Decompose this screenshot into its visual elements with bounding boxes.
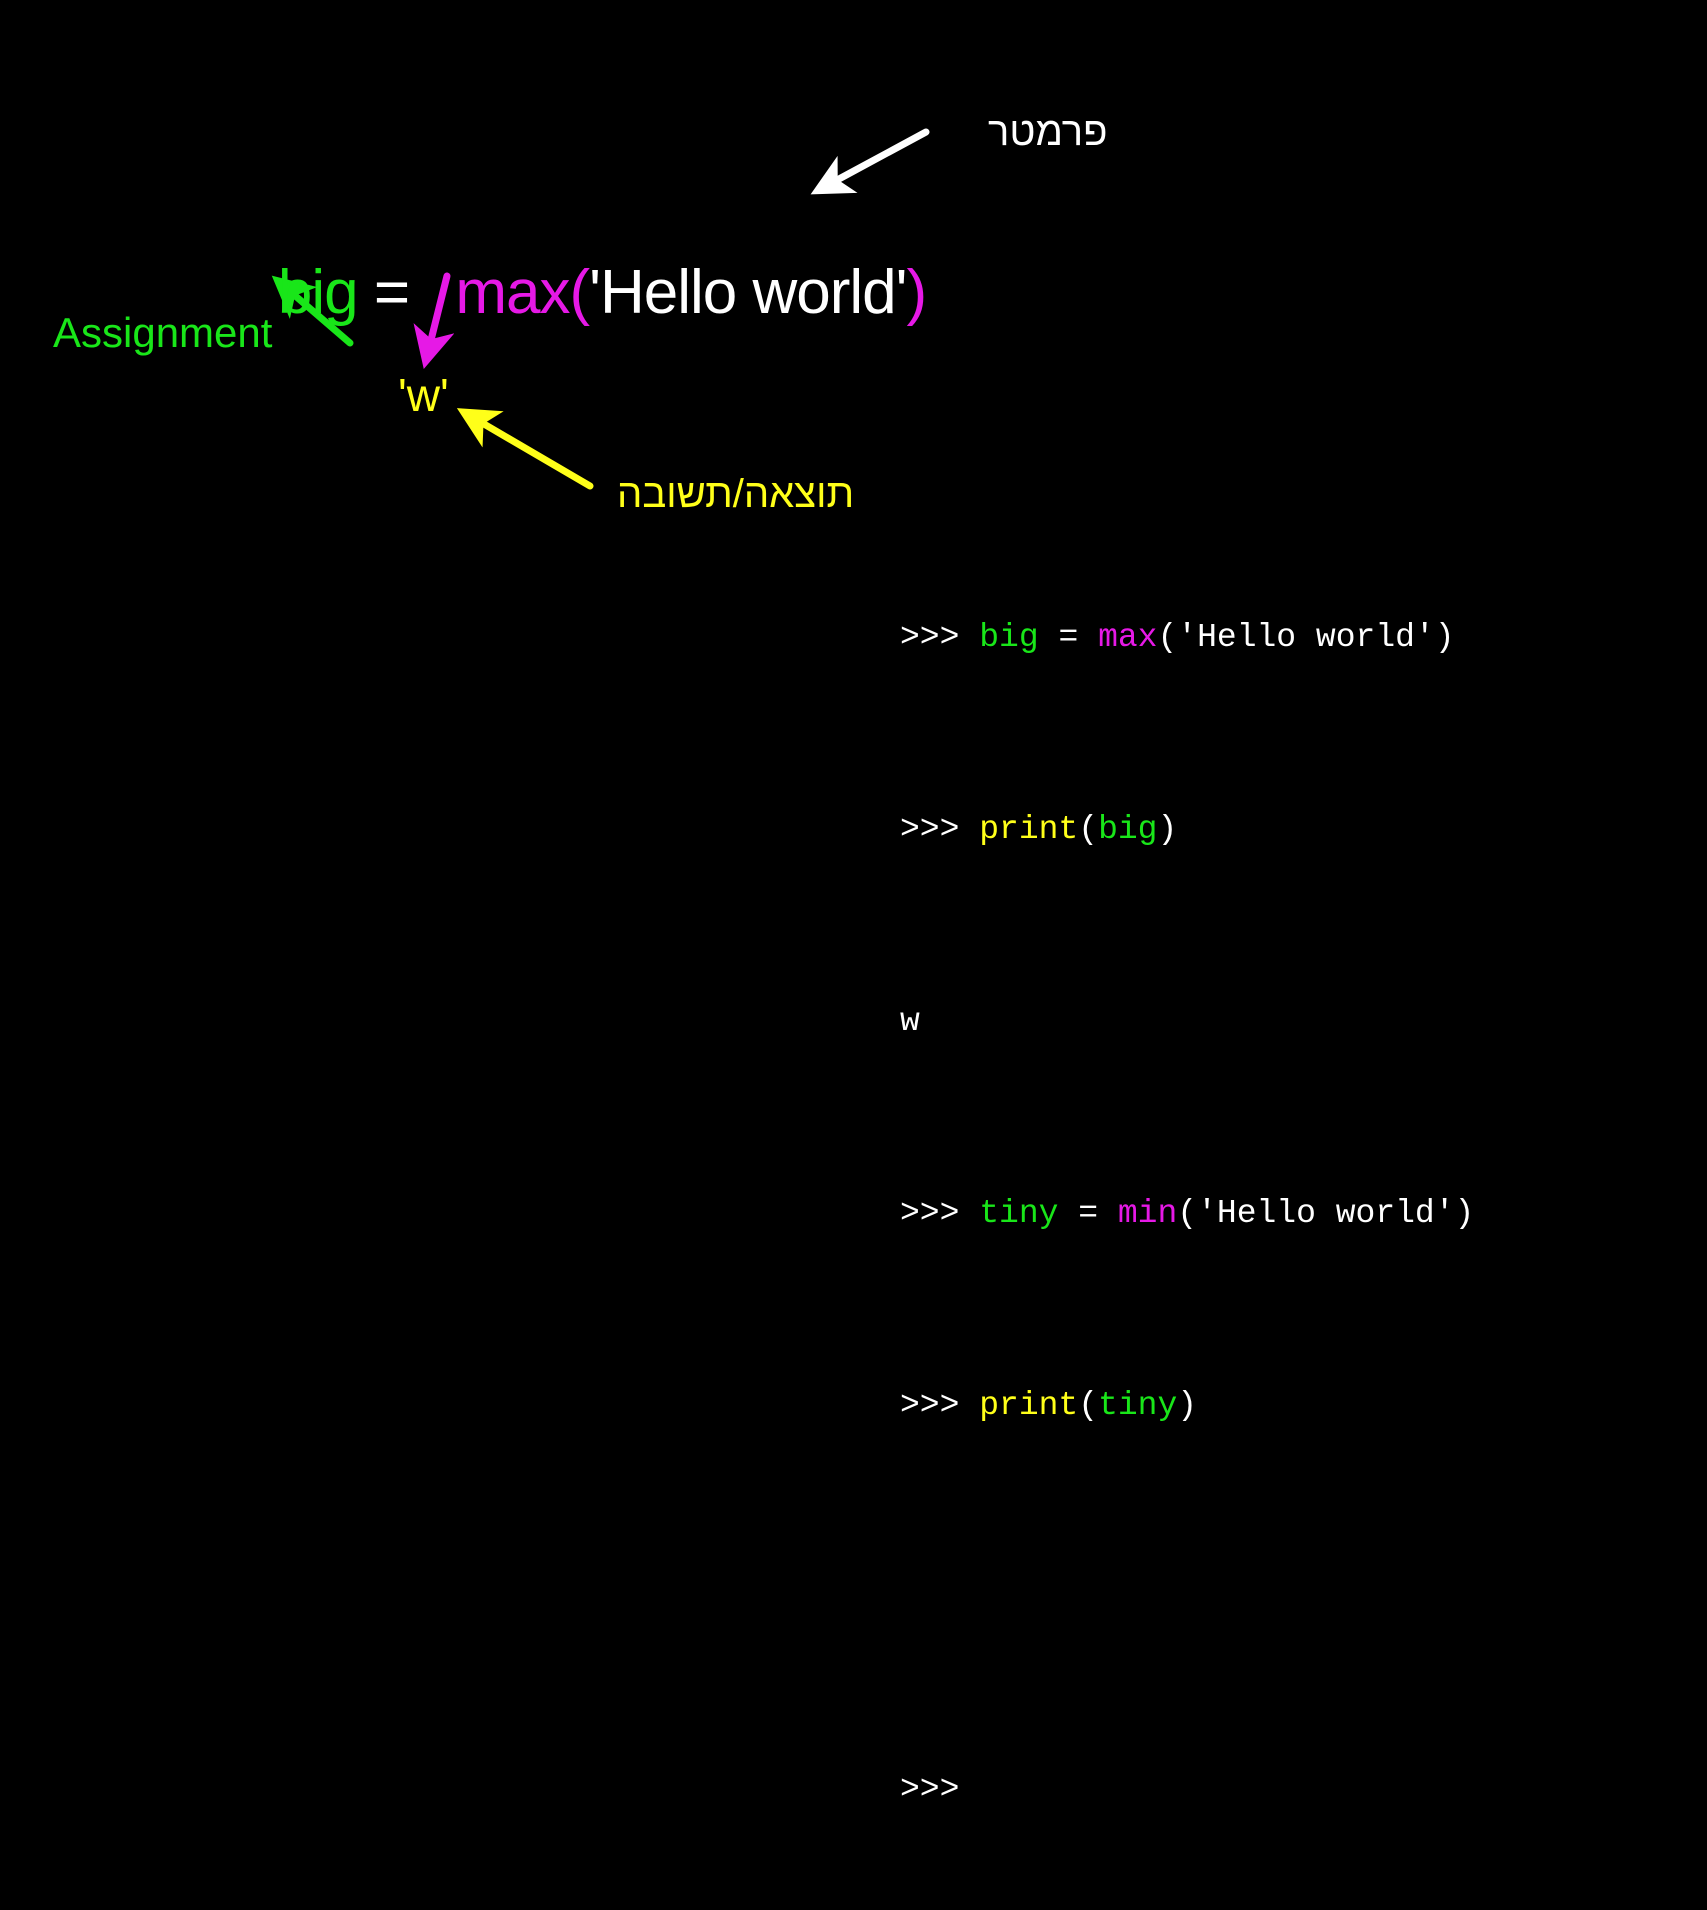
console-line-4: >>> tiny = min('Hello world') [900, 1190, 1474, 1238]
console-variable: tiny [979, 1195, 1059, 1232]
parameter-arrow-icon [810, 128, 930, 195]
console-output: w [900, 1003, 920, 1040]
console-close-paren: ) [1177, 1387, 1198, 1424]
console-args: ('Hello world') [1177, 1195, 1475, 1232]
console-line-2: >>> print(big) [900, 806, 1474, 854]
expression-equals: = [357, 258, 426, 327]
console-equals: = [1038, 619, 1099, 656]
console-close-paren: ) [1157, 811, 1178, 848]
console-function: max [1098, 619, 1158, 656]
assignment-label: Assignment [53, 309, 273, 356]
parameter-label: פרמטר [988, 110, 1108, 154]
python-console: >>> big = max('Hello world') >>> print(b… [900, 518, 1474, 1910]
console-open-paren: ( [1078, 811, 1099, 848]
console-open-paren: ( [1078, 1387, 1099, 1424]
console-equals: = [1058, 1195, 1118, 1232]
console-line-1: >>> big = max('Hello world') [900, 614, 1474, 662]
console-prompt: >>> [900, 811, 980, 848]
console-line-3: w [900, 998, 1474, 1046]
console-line-5: >>> print(tiny) [900, 1382, 1474, 1430]
console-variable: big [979, 619, 1039, 656]
expression-open-paren: ( [569, 258, 590, 327]
console-variable: tiny [1098, 1387, 1178, 1424]
console-prompt: >>> [900, 1387, 980, 1424]
result-value-label: 'w' [398, 369, 449, 421]
main-expression: big = max('Hello world') [213, 188, 927, 398]
console-print: print [979, 811, 1079, 848]
expression-variable: big [277, 258, 359, 327]
console-line-7: >>> [900, 1766, 1474, 1814]
console-function: min [1117, 1195, 1178, 1232]
result-answer-label: תוצאה/תשובה [617, 472, 855, 516]
slide: big = max('Hello world') פרמטר Assignmen… [0, 0, 1707, 1808]
expression-function: max [455, 258, 570, 327]
expression-argument: 'Hello world' [589, 258, 907, 327]
console-print: print [979, 1387, 1079, 1424]
console-prompt: >>> [900, 1195, 980, 1232]
console-line-6 [900, 1574, 1474, 1622]
console-variable: big [1098, 811, 1158, 848]
console-args: ('Hello world') [1157, 619, 1455, 656]
result-arrow-icon [456, 408, 594, 490]
console-prompt: >>> [900, 1771, 960, 1808]
expression-close-paren: ) [906, 258, 927, 327]
console-prompt: >>> [900, 619, 980, 656]
